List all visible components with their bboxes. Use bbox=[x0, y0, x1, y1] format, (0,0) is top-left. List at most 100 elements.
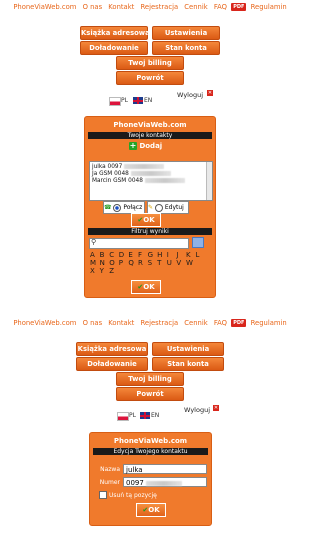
letter-filter-r[interactable]: R bbox=[138, 259, 148, 267]
balance-button[interactable]: Stan konta bbox=[152, 357, 224, 371]
letter-filter-g[interactable]: G bbox=[148, 251, 158, 259]
letter-filter-o[interactable]: O bbox=[109, 259, 119, 267]
letter-filter-e[interactable]: E bbox=[128, 251, 138, 259]
close-icon[interactable]: ✕ bbox=[213, 405, 219, 411]
letter-filter-t[interactable]: T bbox=[157, 259, 167, 267]
letter-filter-v[interactable]: V bbox=[176, 259, 186, 267]
top-nav: PhoneViaWeb.com O nas Kontakt Rejestracj… bbox=[0, 2, 300, 12]
connect-radio[interactable] bbox=[113, 203, 122, 212]
letter-filter-j[interactable]: J bbox=[176, 251, 186, 259]
filter-ok-button[interactable]: ✔OK bbox=[131, 280, 161, 294]
search-icon: ⚲ bbox=[91, 238, 97, 246]
nav-about-link[interactable]: O nas bbox=[83, 3, 103, 11]
logout-link[interactable]: Wyloguj bbox=[184, 406, 210, 414]
edit-contact-panel: PhoneViaWeb.com Edycja Twojego kontaktu … bbox=[89, 432, 212, 526]
nav-register-link[interactable]: Rejestracja bbox=[141, 319, 179, 327]
edit-icon: ✎ bbox=[148, 204, 154, 211]
redacted-number bbox=[124, 164, 165, 169]
balance-button[interactable]: Stan konta bbox=[152, 41, 220, 55]
nav-pricing-link[interactable]: Cennik bbox=[184, 3, 207, 11]
address-book-button[interactable]: Książka adresowa bbox=[80, 26, 150, 40]
nav-pricing-link[interactable]: Cennik bbox=[184, 319, 207, 327]
back-button[interactable]: Powrót bbox=[116, 71, 184, 85]
edit-bar: Edycja Twojego kontaktu bbox=[93, 448, 208, 455]
letter-filter-z[interactable]: Z bbox=[109, 267, 119, 275]
letter-filter: ABCDEFGHIJKL MNOPQRSTUVW XYZ bbox=[90, 251, 205, 275]
topup-button[interactable]: Doładowanie bbox=[76, 357, 148, 371]
billing-button[interactable]: Twoj billing bbox=[116, 56, 184, 70]
redacted-number bbox=[146, 480, 183, 486]
panel-title: PhoneViaWeb.com bbox=[113, 437, 188, 445]
letter-filter-a[interactable]: A bbox=[90, 251, 100, 259]
edit-radio[interactable] bbox=[154, 203, 163, 212]
lang-pl[interactable]: PL bbox=[129, 412, 136, 419]
letter-filter-u[interactable]: U bbox=[167, 259, 177, 267]
ok-button[interactable]: ✔OK bbox=[131, 213, 161, 227]
ok-button[interactable]: ✔OK bbox=[136, 503, 166, 517]
letter-filter-p[interactable]: P bbox=[119, 259, 129, 267]
search-input[interactable]: ⚲ bbox=[89, 238, 189, 249]
list-item[interactable]: Ja GSM 0048 bbox=[92, 171, 171, 177]
redacted-number bbox=[130, 171, 171, 176]
nav-faq-link[interactable]: FAQ bbox=[214, 3, 227, 11]
nav-contact-link[interactable]: Kontakt bbox=[108, 3, 134, 11]
letter-filter-h[interactable]: H bbox=[157, 251, 167, 259]
nav-terms-link[interactable]: Regulamin bbox=[251, 319, 287, 327]
pdf-icon: PDF bbox=[231, 3, 247, 11]
pdf-icon: PDF bbox=[231, 319, 247, 327]
lang-en[interactable]: EN bbox=[151, 412, 159, 419]
list-scrollbar[interactable] bbox=[206, 162, 212, 200]
letter-filter-i[interactable]: I bbox=[167, 251, 177, 259]
nav-home-link[interactable]: PhoneViaWeb.com bbox=[13, 3, 76, 11]
filter-icon[interactable] bbox=[192, 237, 204, 248]
letter-filter-w[interactable]: W bbox=[186, 259, 196, 267]
nav-contact-link[interactable]: Kontakt bbox=[108, 319, 134, 327]
letter-filter-l[interactable]: L bbox=[196, 251, 206, 259]
add-contact-button[interactable]: + Dodaj bbox=[129, 142, 162, 150]
edit-contact-screen: PhoneViaWeb.com O nas Kontakt Rejestracj… bbox=[0, 305, 300, 537]
letter-filter-k[interactable]: K bbox=[186, 251, 196, 259]
number-field[interactable]: 0097 bbox=[123, 477, 207, 487]
redacted-number bbox=[144, 178, 185, 183]
letter-filter-f[interactable]: F bbox=[138, 251, 148, 259]
letter-filter-x[interactable]: X bbox=[90, 267, 100, 275]
nav-about-link[interactable]: O nas bbox=[83, 319, 103, 327]
letter-filter-y[interactable]: Y bbox=[100, 267, 110, 275]
back-button[interactable]: Powrót bbox=[116, 387, 184, 401]
close-icon[interactable]: ✕ bbox=[207, 90, 213, 96]
topup-button[interactable]: Doładowanie bbox=[80, 41, 148, 55]
logout-link[interactable]: Wyloguj bbox=[177, 91, 203, 99]
letter-filter-s[interactable]: S bbox=[148, 259, 158, 267]
name-field[interactable]: julka bbox=[123, 464, 207, 474]
lang-en[interactable]: EN bbox=[144, 97, 152, 104]
address-book-button[interactable]: Książka adresowa bbox=[76, 342, 148, 356]
uk-flag-icon[interactable] bbox=[140, 412, 150, 419]
edit-label: Edytuj bbox=[164, 204, 184, 211]
poland-flag-icon[interactable] bbox=[117, 412, 129, 421]
settings-button[interactable]: Ustawienia bbox=[152, 342, 224, 356]
settings-button[interactable]: Ustawienia bbox=[152, 26, 220, 40]
billing-button[interactable]: Twoj billing bbox=[116, 372, 184, 386]
contacts-list[interactable]: julka 0097 Ja GSM 0048 Marcin GSM 0048 bbox=[89, 161, 213, 201]
contacts-panel: PhoneViaWeb.com Twoje kontakty + Dodaj j… bbox=[84, 116, 216, 298]
poland-flag-icon[interactable] bbox=[109, 97, 121, 106]
letter-filter-q[interactable]: Q bbox=[128, 259, 138, 267]
name-label: Nazwa bbox=[100, 466, 120, 473]
nav-home-link[interactable]: PhoneViaWeb.com bbox=[13, 319, 76, 327]
nav-faq-link[interactable]: FAQ bbox=[214, 319, 227, 327]
connect-label: Połącz bbox=[123, 204, 143, 211]
letter-filter-b[interactable]: B bbox=[100, 251, 110, 259]
add-contact-label: Dodaj bbox=[139, 142, 163, 150]
letter-filter-n[interactable]: N bbox=[100, 259, 110, 267]
nav-register-link[interactable]: Rejestracja bbox=[141, 3, 179, 11]
delete-checkbox[interactable] bbox=[99, 491, 107, 499]
letter-filter-c[interactable]: C bbox=[109, 251, 119, 259]
lang-pl[interactable]: PL bbox=[121, 97, 128, 104]
list-item[interactable]: julka 0097 bbox=[92, 164, 165, 170]
letter-filter-d[interactable]: D bbox=[119, 251, 129, 259]
letter-filter-m[interactable]: M bbox=[90, 259, 100, 267]
uk-flag-icon[interactable] bbox=[133, 97, 143, 104]
list-item[interactable]: Marcin GSM 0048 bbox=[92, 178, 185, 184]
nav-terms-link[interactable]: Regulamin bbox=[251, 3, 287, 11]
plus-icon: + bbox=[129, 141, 137, 150]
